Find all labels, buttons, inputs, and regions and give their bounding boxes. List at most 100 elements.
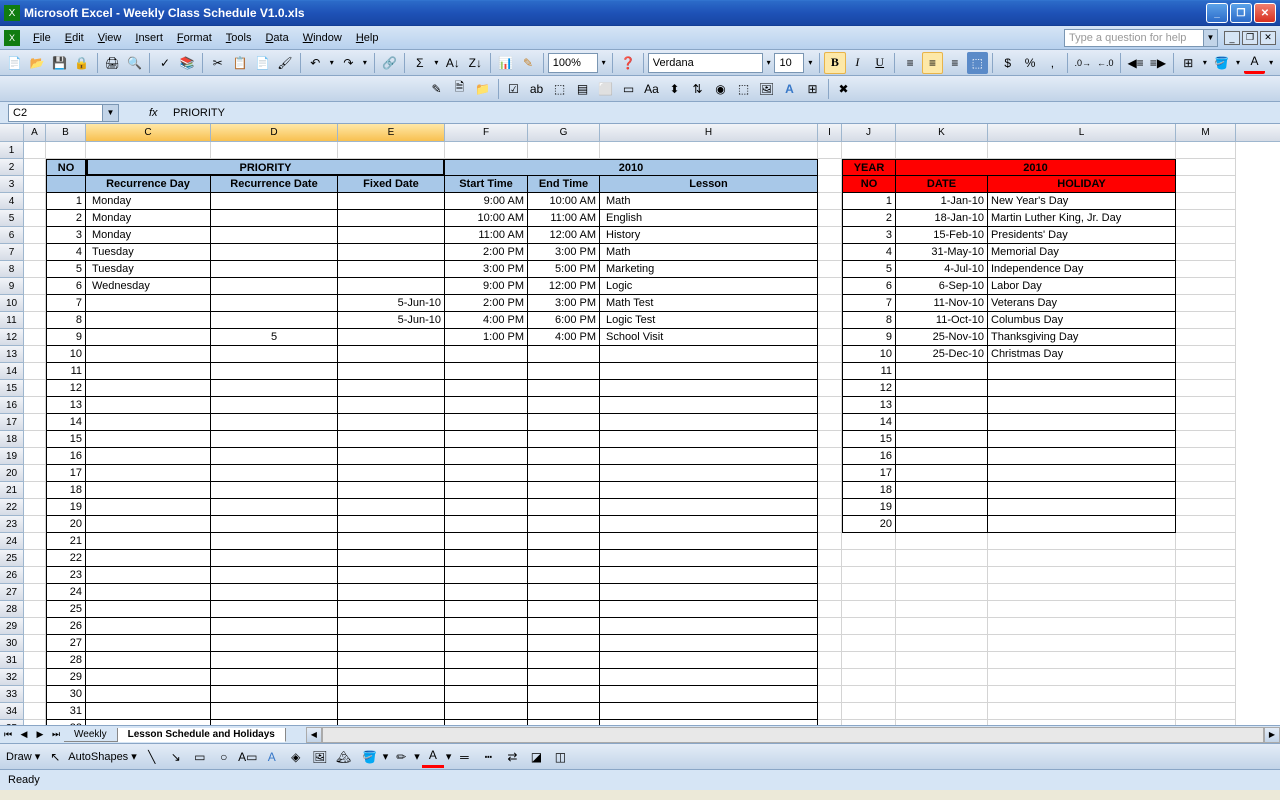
name-dropdown[interactable]: ▼ bbox=[103, 104, 119, 122]
cell-D11[interactable] bbox=[211, 312, 338, 329]
cell-A15[interactable] bbox=[24, 380, 46, 397]
cell-M5[interactable] bbox=[1176, 210, 1236, 227]
form-a-icon[interactable]: A bbox=[779, 78, 801, 100]
cell-B6[interactable]: 3 bbox=[46, 227, 86, 244]
cell-H31[interactable] bbox=[600, 652, 818, 669]
permission-icon[interactable]: 🔒 bbox=[71, 52, 92, 74]
cell-C32[interactable] bbox=[86, 669, 211, 686]
cell-K29[interactable] bbox=[896, 618, 988, 635]
cell-H14[interactable] bbox=[600, 363, 818, 380]
save-icon[interactable]: 💾 bbox=[49, 52, 70, 74]
col-header-K[interactable]: K bbox=[896, 124, 988, 141]
menu-tools[interactable]: Tools bbox=[219, 30, 259, 46]
cell-L21[interactable] bbox=[988, 482, 1176, 499]
cell-K23[interactable] bbox=[896, 516, 988, 533]
cell-M14[interactable] bbox=[1176, 363, 1236, 380]
cell-M8[interactable] bbox=[1176, 261, 1236, 278]
clipart-icon[interactable]: 🖼 bbox=[309, 746, 331, 768]
cell-D8[interactable] bbox=[211, 261, 338, 278]
cell-I7[interactable] bbox=[818, 244, 842, 261]
cell-M2[interactable] bbox=[1176, 159, 1236, 176]
cell-D6[interactable] bbox=[211, 227, 338, 244]
cell-D5[interactable] bbox=[211, 210, 338, 227]
cell-D10[interactable] bbox=[211, 295, 338, 312]
cell-G6[interactable]: 12:00 AM bbox=[528, 227, 600, 244]
cell-B14[interactable]: 11 bbox=[46, 363, 86, 380]
row-header-16[interactable]: 16 bbox=[0, 397, 24, 414]
cell-K15[interactable] bbox=[896, 380, 988, 397]
copy-icon[interactable]: 📋 bbox=[229, 52, 250, 74]
cell-B1[interactable] bbox=[46, 142, 86, 159]
cell-L25[interactable] bbox=[988, 550, 1176, 567]
col-header-G[interactable]: G bbox=[528, 124, 600, 141]
row-header-23[interactable]: 23 bbox=[0, 516, 24, 533]
form-label-icon[interactable]: Aa bbox=[641, 78, 663, 100]
cell-M24[interactable] bbox=[1176, 533, 1236, 550]
cell-B26[interactable]: 23 bbox=[46, 567, 86, 584]
mdi-minimize[interactable]: _ bbox=[1224, 31, 1240, 45]
cell-A22[interactable] bbox=[24, 499, 46, 516]
new-icon[interactable]: 📄 bbox=[4, 52, 25, 74]
help-dropdown-arrow[interactable]: ▼ bbox=[1204, 29, 1218, 47]
currency-icon[interactable]: $ bbox=[997, 52, 1018, 74]
research-icon[interactable]: 📚 bbox=[177, 52, 198, 74]
cell-E19[interactable] bbox=[338, 448, 445, 465]
cell-H23[interactable] bbox=[600, 516, 818, 533]
cell-M28[interactable] bbox=[1176, 601, 1236, 618]
cell-H12[interactable]: School Visit bbox=[600, 329, 818, 346]
mdi-restore[interactable]: ❐ bbox=[1242, 31, 1258, 45]
cell-C1[interactable] bbox=[86, 142, 211, 159]
cell-J33[interactable] bbox=[842, 686, 896, 703]
cell-I27[interactable] bbox=[818, 584, 842, 601]
form-scroll-icon[interactable]: ⬍ bbox=[664, 78, 686, 100]
cell-B5[interactable]: 2 bbox=[46, 210, 86, 227]
cell-G19[interactable] bbox=[528, 448, 600, 465]
tab-nav-next[interactable]: ▶ bbox=[32, 727, 48, 743]
cell-M11[interactable] bbox=[1176, 312, 1236, 329]
cell-D3[interactable]: Recurrence Date bbox=[211, 176, 338, 193]
cell-L16[interactable] bbox=[988, 397, 1176, 414]
cell-M17[interactable] bbox=[1176, 414, 1236, 431]
cell-I33[interactable] bbox=[818, 686, 842, 703]
percent-icon[interactable]: % bbox=[1019, 52, 1040, 74]
cell-E3[interactable]: Fixed Date bbox=[338, 176, 445, 193]
borders-icon[interactable]: ⊞ bbox=[1178, 52, 1199, 74]
cell-C11[interactable] bbox=[86, 312, 211, 329]
cell-E21[interactable] bbox=[338, 482, 445, 499]
cell-C30[interactable] bbox=[86, 635, 211, 652]
cell-A19[interactable] bbox=[24, 448, 46, 465]
cell-E6[interactable] bbox=[338, 227, 445, 244]
cell-E14[interactable] bbox=[338, 363, 445, 380]
cell-F32[interactable] bbox=[445, 669, 528, 686]
select-objects-icon[interactable]: ↖ bbox=[44, 746, 66, 768]
cell-J28[interactable] bbox=[842, 601, 896, 618]
cell-G25[interactable] bbox=[528, 550, 600, 567]
cell-L30[interactable] bbox=[988, 635, 1176, 652]
cell-C5[interactable]: Monday bbox=[86, 210, 211, 227]
cell-F12[interactable]: 1:00 PM bbox=[445, 329, 528, 346]
cell-L6[interactable]: Presidents' Day bbox=[988, 227, 1176, 244]
cell-M1[interactable] bbox=[1176, 142, 1236, 159]
cell-F11[interactable]: 4:00 PM bbox=[445, 312, 528, 329]
cell-H32[interactable] bbox=[600, 669, 818, 686]
cell-M23[interactable] bbox=[1176, 516, 1236, 533]
row-header-14[interactable]: 14 bbox=[0, 363, 24, 380]
row-header-22[interactable]: 22 bbox=[0, 499, 24, 516]
cell-B18[interactable]: 15 bbox=[46, 431, 86, 448]
cell-G16[interactable] bbox=[528, 397, 600, 414]
cell-I15[interactable] bbox=[818, 380, 842, 397]
cell-A33[interactable] bbox=[24, 686, 46, 703]
col-header-I[interactable]: I bbox=[818, 124, 842, 141]
cell-C9[interactable]: Wednesday bbox=[86, 278, 211, 295]
cell-L28[interactable] bbox=[988, 601, 1176, 618]
cell-J1[interactable] bbox=[842, 142, 896, 159]
cell-K31[interactable] bbox=[896, 652, 988, 669]
minimize-button[interactable]: _ bbox=[1206, 3, 1228, 23]
cell-F10[interactable]: 2:00 PM bbox=[445, 295, 528, 312]
cell-A21[interactable] bbox=[24, 482, 46, 499]
cell-M13[interactable] bbox=[1176, 346, 1236, 363]
cell-H16[interactable] bbox=[600, 397, 818, 414]
cell-D4[interactable] bbox=[211, 193, 338, 210]
row-header-5[interactable]: 5 bbox=[0, 210, 24, 227]
cell-J19[interactable]: 16 bbox=[842, 448, 896, 465]
